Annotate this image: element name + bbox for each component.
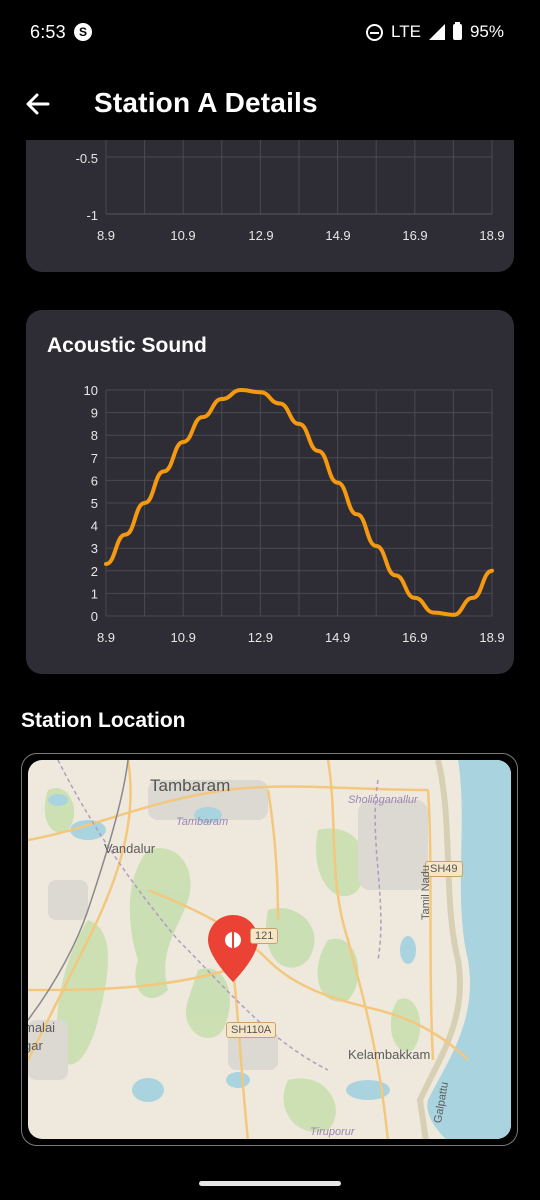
map-label: Vandalur [104,841,156,856]
station-map[interactable]: Tambaram Tambaram Sholinganallur Vandalu… [28,760,511,1139]
status-time: 6:53 [30,22,66,42]
x-tick-label: 18.9 [479,630,504,645]
y-tick-label: 7 [91,451,98,466]
map-label: Tambaram [150,776,231,795]
map-label: Kelambakkam [348,1047,431,1062]
y-tick-label: 3 [91,541,98,556]
y-tick-label: 6 [91,473,98,488]
network-label: LTE [391,22,421,41]
y-tick-label: 4 [91,519,98,534]
notification-s-icon: S [74,23,92,41]
sensor-line-chart: -0.5 -1 8.9 10.9 12.9 14.9 16.9 18.9 [76,140,505,243]
map-label: Tamil Nadu [420,864,432,920]
page-title: Station A Details [94,87,318,118]
battery-label: 95% [469,22,504,41]
status-bar: 6:53 S LTE 95% [0,0,540,68]
y-tick-label: 8 [91,428,98,443]
details-scroll-view[interactable]: -0.5 -1 8.9 10.9 12.9 14.9 16.9 18.9 Aco… [0,140,540,1180]
x-tick-label: 14.9 [325,630,350,645]
app-bar: Station A Details [0,68,540,140]
arrow-back-icon [26,93,50,115]
x-tick-label: 10.9 [171,630,196,645]
home-indicator[interactable] [199,1181,341,1186]
map-label: malai [28,1020,56,1035]
map-label: Tiruporur [310,1126,355,1138]
y-tick-label: 10 [84,383,98,398]
x-tick-label: 8.9 [97,630,115,645]
y-tick-label: -0.5 [76,151,98,166]
battery-icon [452,22,462,40]
do-not-disturb-icon [366,23,384,41]
map-label: Tambaram [176,816,229,828]
road-tag: SH110A [226,1022,277,1038]
map-card: Tambaram Tambaram Sholinganallur Vandalu… [21,753,518,1146]
y-tick-label: 5 [91,496,98,511]
signal-icon [428,24,445,40]
y-tick-label: 2 [91,564,98,579]
status-icons: LTE 95% [366,22,504,42]
x-tick-label: 16.9 [402,228,427,243]
x-tick-label: 12.9 [248,228,273,243]
station-location-title: Station Location [21,709,186,732]
x-tick-label: 12.9 [248,630,273,645]
x-tick-label: 10.9 [170,228,195,243]
y-tick-label: 9 [91,406,98,421]
y-tick-label: 0 [91,609,98,624]
acoustic-chart-card: Acoustic Sound 10 9 8 7 6 5 4 3 2 1 0 8.9 10.9 12.9 1… [26,310,514,674]
y-tick-label: 1 [91,586,98,601]
x-tick-label: 16.9 [402,630,427,645]
road-tag: 121 [250,928,279,944]
sensor-chart-card: -0.5 -1 8.9 10.9 12.9 14.9 16.9 18.9 [26,140,514,272]
x-tick-label: 18.9 [479,228,504,243]
x-tick-label: 14.9 [325,228,350,243]
map-label: gar [28,1038,43,1053]
y-tick-label: -1 [86,208,98,223]
x-tick-label: 8.9 [97,228,115,243]
acoustic-line-chart: 109876543210 8.9 10.9 12.9 14.9 16.9 18.9 [84,383,505,645]
back-button[interactable] [20,86,56,122]
map-label: Sholinganallur [348,794,418,806]
